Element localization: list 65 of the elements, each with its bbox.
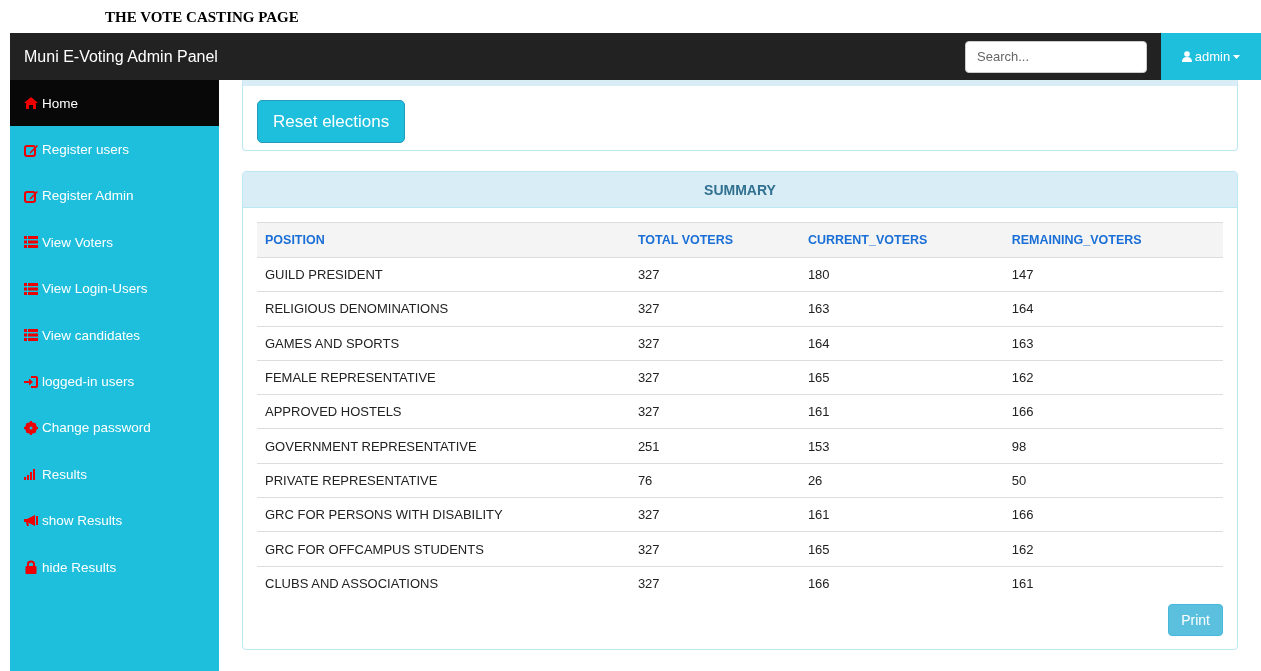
home-icon [24,96,38,111]
page-caption: THE VOTE CASTING PAGE [105,9,299,26]
user-icon [1181,51,1192,62]
print-button[interactable]: Print [1168,603,1223,636]
table-cell: 164 [1003,291,1223,327]
table-cell: FEMALE REPRESENTATIVE [257,360,630,395]
user-menu-button[interactable]: admin [1161,33,1261,80]
column-header: TOTAL VOTERS [629,222,800,258]
column-header: CURRENT_VOTERS [799,222,1004,258]
edit-icon [24,188,38,203]
table-cell: GRC FOR PERSONS WITH DISABILITY [257,497,630,532]
table-cell: GAMES AND SPORTS [257,326,630,361]
table-cell: 166 [1003,497,1223,532]
table-cell: 161 [799,497,1004,532]
table-cell: 163 [1003,326,1223,361]
table-cell: 180 [799,257,1004,292]
table-cell: 147 [1003,257,1223,292]
table-cell: PRIVATE REPRESENTATIVE [257,463,630,498]
table-cell: RELIGIOUS DENOMINATIONS [257,291,630,327]
table-cell: 327 [629,257,800,292]
table-cell: 153 [799,429,1004,464]
caret-icon [1233,54,1241,59]
lock-icon [24,560,38,575]
table-cell: 161 [1003,566,1223,600]
search-field[interactable]: Search... [965,40,1147,73]
table-cell: 26 [799,463,1004,498]
table-cell: 251 [629,429,800,464]
table-cell: 327 [629,360,800,395]
megaphone-icon [24,513,38,528]
list-icon [24,235,38,250]
table-cell: GRC FOR OFFCAMPUS STUDENTS [257,531,630,567]
table-cell: 327 [629,531,800,567]
table-cell: 165 [799,360,1004,395]
panel-title: SUMMARY [704,181,776,198]
table-cell: 164 [799,326,1004,361]
table-cell: 165 [799,531,1004,567]
table-cell: 327 [629,326,800,361]
login-icon [24,374,38,389]
table-cell: CLUBS AND ASSOCIATIONS [257,566,630,600]
list-icon [24,281,38,296]
column-header: REMAINING_VOTERS [1003,222,1223,258]
bar-chart-icon [24,467,38,482]
settings-icon [24,420,38,435]
table-cell: 50 [1003,463,1223,498]
table-cell: 166 [799,566,1004,600]
table-cell: 162 [1003,360,1223,395]
table-cell: 327 [629,394,800,429]
table-cell: 327 [629,291,800,327]
table-cell: 163 [799,291,1004,327]
column-header: POSITION [257,222,630,258]
table-cell: 76 [629,463,800,498]
table-cell: GOVERNMENT REPRESENTATIVE [257,429,630,464]
table-cell: GUILD PRESIDENT [257,257,630,292]
table-cell: 161 [799,394,1004,429]
brand-title[interactable]: Muni E-Voting Admin Panel [10,47,965,66]
reset-elections-button[interactable]: Reset elections [257,100,406,143]
sidebar-item[interactable]: Home [10,80,219,127]
table-cell: 98 [1003,429,1223,464]
table-cell: 327 [629,497,800,532]
table-cell: 162 [1003,531,1223,567]
list-icon [24,328,38,343]
table-cell: 166 [1003,394,1223,429]
table-cell: APPROVED HOSTELS [257,394,630,429]
table-cell: 327 [629,566,800,600]
edit-icon [24,142,38,157]
